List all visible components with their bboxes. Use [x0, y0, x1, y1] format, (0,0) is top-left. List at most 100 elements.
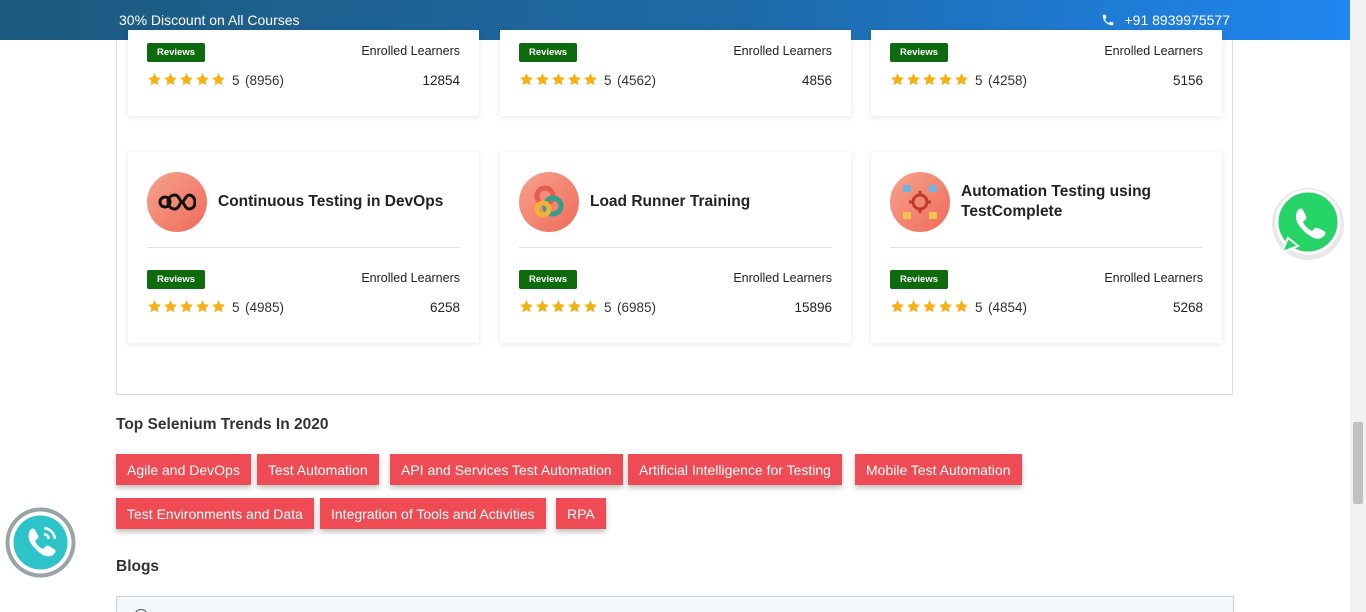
star-rating: [519, 72, 598, 92]
star-icon: [890, 299, 905, 319]
card-divider: [147, 247, 460, 248]
phone-icon: [1102, 14, 1113, 26]
enrolled-count: 6258: [429, 300, 460, 315]
course-meta: Reviews Enrolled Learners 5 (8956) 12854: [147, 43, 460, 93]
testcomplete-gear-icon: [890, 172, 950, 232]
course-header: Automation Testing using TestComplete: [890, 172, 1203, 232]
enrolled-label: Enrolled Learners: [733, 271, 832, 285]
rating-value: 5: [604, 300, 612, 315]
star-icon: [922, 72, 937, 92]
whatsapp-icon[interactable]: [1268, 186, 1346, 264]
enrolled-label: Enrolled Learners: [361, 271, 460, 285]
star-icon: [583, 72, 598, 92]
course-card-load-runner[interactable]: Load Runner Training Reviews Enrolled Le…: [500, 152, 851, 343]
course-card[interactable]: Reviews Enrolled Learners 5 (8956) 12854: [128, 30, 479, 116]
star-icon: [179, 299, 194, 319]
trend-tag-api-services[interactable]: API and Services Test Automation: [390, 454, 623, 485]
rating-count: (4854): [988, 300, 1028, 315]
star-icon: [954, 72, 969, 92]
star-icon: [535, 72, 550, 92]
rating-value: 5: [975, 300, 983, 315]
discount-text[interactable]: 30% Discount on All Courses: [119, 12, 300, 28]
rating-count: (4985): [245, 300, 285, 315]
enrolled-label: Enrolled Learners: [361, 44, 460, 58]
star-icon: [583, 299, 598, 319]
star-icon: [938, 72, 953, 92]
star-icon: [954, 299, 969, 319]
phone-number: +91 8939975577: [1124, 12, 1231, 28]
enrolled-label: Enrolled Learners: [733, 44, 832, 58]
course-card[interactable]: Reviews Enrolled Learners 5 (4562) 4856: [500, 30, 851, 116]
trend-tag-test-automation[interactable]: Test Automation: [257, 454, 379, 485]
reviews-badge: Reviews: [147, 270, 205, 289]
enrolled-count: 5268: [1172, 300, 1203, 315]
course-meta: Reviews Enrolled Learners 5 (4854) 5268: [890, 270, 1203, 320]
loadrunner-loop-icon: [519, 172, 579, 232]
star-icon: [890, 72, 905, 92]
course-title[interactable]: Load Runner Training: [590, 192, 750, 212]
star-rating: [519, 299, 598, 319]
trends-heading: Top Selenium Trends In 2020: [116, 416, 329, 433]
course-header: Load Runner Training: [519, 172, 832, 232]
course-card-testcomplete[interactable]: Automation Testing using TestComplete Re…: [871, 152, 1222, 343]
rating-count: (6985): [617, 300, 657, 315]
star-rating: [890, 72, 969, 92]
reviews-badge: Reviews: [890, 43, 948, 62]
page-scrollbar[interactable]: [1350, 0, 1366, 612]
star-icon: [211, 299, 226, 319]
star-icon: [906, 72, 921, 92]
star-icon: [938, 299, 953, 319]
call-button[interactable]: [4, 506, 77, 579]
course-meta: Reviews Enrolled Learners 5 (4985) 6258: [147, 270, 460, 320]
trend-tag-integration-tools[interactable]: Integration of Tools and Activities: [320, 498, 546, 529]
enrolled-label: Enrolled Learners: [1104, 44, 1203, 58]
course-meta: Reviews Enrolled Learners 5 (4258) 5156: [890, 43, 1203, 93]
enrolled-count: 15896: [794, 300, 832, 315]
star-icon: [567, 299, 582, 319]
star-icon: [179, 72, 194, 92]
reviews-badge: Reviews: [519, 43, 577, 62]
card-divider: [890, 247, 1203, 248]
star-icon: [195, 299, 210, 319]
rating-count: (4258): [988, 73, 1028, 88]
star-icon: [147, 299, 162, 319]
devops-infinity-icon: [147, 172, 207, 232]
star-icon: [519, 72, 534, 92]
enrolled-count: 12854: [422, 73, 460, 88]
star-icon: [163, 72, 178, 92]
star-icon: [195, 72, 210, 92]
course-panel: Reviews Enrolled Learners 5 (8956) 12854…: [116, 30, 1233, 395]
trend-tag-agile-devops[interactable]: Agile and DevOps: [116, 454, 251, 485]
phone-contact[interactable]: +91 8939975577: [1101, 12, 1231, 28]
star-icon: [922, 299, 937, 319]
rating-value: 5: [604, 73, 612, 88]
rating-count: (4562): [617, 73, 657, 88]
star-icon: [906, 299, 921, 319]
course-title[interactable]: Automation Testing using TestComplete: [961, 182, 1161, 222]
star-icon: [147, 72, 162, 92]
rating-count: (8956): [245, 73, 285, 88]
course-card-continuous-testing[interactable]: Continuous Testing in DevOps Reviews Enr…: [128, 152, 479, 343]
star-icon: [163, 299, 178, 319]
blog-panel[interactable]: [116, 596, 1234, 612]
rating-value: 5: [975, 73, 983, 88]
trend-tag-rpa[interactable]: RPA: [556, 498, 606, 529]
trend-tag-ai-testing[interactable]: Artificial Intelligence for Testing: [628, 454, 842, 485]
rating-value: 5: [232, 73, 240, 88]
blogs-heading: Blogs: [116, 558, 160, 575]
course-title[interactable]: Continuous Testing in DevOps: [218, 192, 443, 212]
scrollbar-thumb[interactable]: [1353, 422, 1363, 504]
star-icon: [551, 72, 566, 92]
star-icon: [535, 299, 550, 319]
trend-tag-test-environments[interactable]: Test Environments and Data: [116, 498, 314, 529]
trend-tag-mobile-automation[interactable]: Mobile Test Automation: [855, 454, 1022, 485]
rating-value: 5: [232, 300, 240, 315]
course-card[interactable]: Reviews Enrolled Learners 5 (4258) 5156: [871, 30, 1222, 116]
course-header: Continuous Testing in DevOps: [147, 172, 460, 232]
enrolled-count: 5156: [1172, 73, 1203, 88]
star-icon: [551, 299, 566, 319]
star-icon: [211, 72, 226, 92]
reviews-badge: Reviews: [147, 43, 205, 62]
enrolled-count: 4856: [801, 73, 832, 88]
star-rating: [890, 299, 969, 319]
